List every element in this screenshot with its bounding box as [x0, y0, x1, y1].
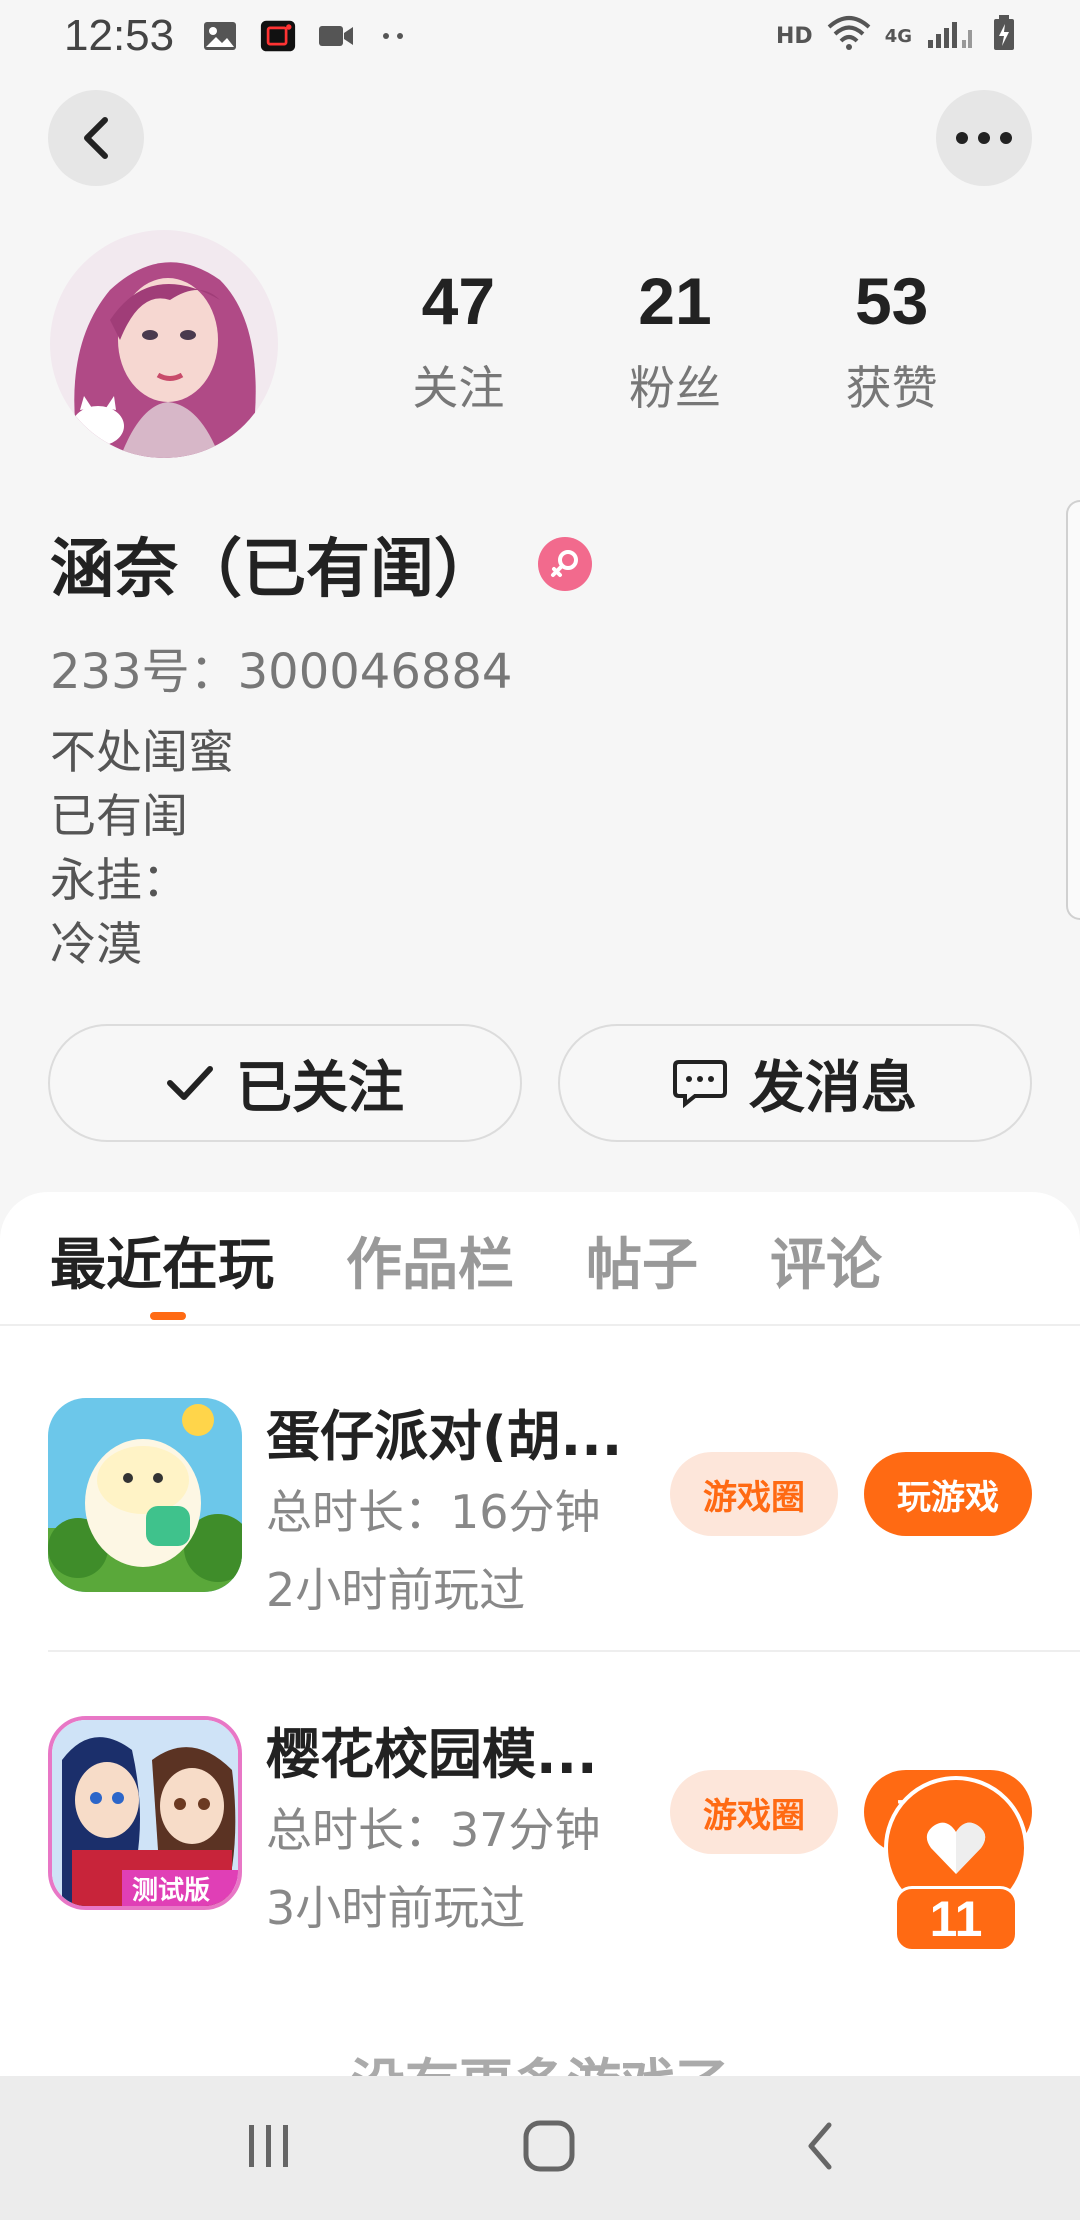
system-nav-bar — [0, 2076, 1080, 2220]
bio-line: 不处闺蜜 — [50, 725, 234, 779]
system-back-button[interactable] — [805, 2121, 835, 2175]
back-arrow-icon — [84, 117, 108, 159]
game-circle-button[interactable]: 游戏圈 — [670, 1452, 838, 1536]
account-id: 233号：300046884 — [50, 644, 513, 700]
network-label: HD — [776, 23, 813, 49]
stat-fans[interactable]: 21 粉丝 — [567, 268, 784, 418]
avatar[interactable] — [50, 230, 278, 458]
send-message-label: 发消息 — [749, 1055, 917, 1121]
stat-following[interactable]: 47 关注 — [350, 268, 567, 418]
recent-apps-button[interactable] — [245, 2123, 293, 2173]
video-icon — [318, 18, 354, 54]
floating-like-badge[interactable]: 11 — [884, 1776, 1028, 1952]
tab-comments[interactable]: 评论 — [770, 1220, 882, 1301]
game-item[interactable]: 蛋仔派对(胡... 总时长：16分钟 2小时前玩过 游戏圈 玩游戏 — [48, 1398, 1032, 1688]
stat-likes-label: 获赞 — [845, 361, 938, 415]
gallery-icon — [202, 18, 238, 54]
row-divider — [48, 1650, 1080, 1652]
more-dots-icon — [376, 18, 412, 54]
game-duration: 总时长：37分钟 — [266, 1803, 601, 1857]
nickname-row: 涵奈（已有闺） — [50, 518, 592, 610]
status-bar: 12:53 HD 4G — [0, 0, 1080, 72]
game-icon-sakura-school[interactable]: 测试版 — [48, 1716, 242, 1910]
game-title: 樱花校园模... — [266, 1723, 598, 1786]
side-handle[interactable] — [1066, 500, 1080, 920]
play-game-button[interactable]: 玩游戏 — [864, 1452, 1032, 1536]
female-icon — [538, 537, 592, 591]
tab-posts[interactable]: 帖子 — [586, 1220, 698, 1301]
send-message-button[interactable]: 发消息 — [558, 1024, 1032, 1142]
more-options-button[interactable] — [936, 90, 1032, 186]
game-title: 蛋仔派对(胡... — [266, 1405, 623, 1468]
active-tab-indicator — [150, 1312, 186, 1320]
chat-bubble-icon — [673, 1060, 727, 1108]
signal-label: 4G — [884, 25, 912, 47]
game-duration: 总时长：16分钟 — [266, 1485, 601, 1539]
stat-likes[interactable]: 53 获赞 — [783, 268, 1000, 418]
bio-line: 冷漠 — [50, 917, 142, 971]
tab-works[interactable]: 作品栏 — [346, 1220, 514, 1301]
tab-divider — [0, 1324, 1080, 1326]
bio-line: 已有闺 — [50, 789, 188, 843]
like-count: 11 — [894, 1886, 1018, 1952]
bio-line: 永挂： — [50, 853, 188, 907]
profile-tabs: 最近在玩 作品栏 帖子 评论 — [50, 1220, 882, 1301]
back-button[interactable] — [48, 90, 144, 186]
home-icon — [523, 2120, 575, 2172]
signal-icon — [926, 16, 978, 56]
check-icon — [167, 1066, 213, 1100]
game-icon-badge: 测试版 — [132, 1876, 211, 1906]
recent-apps-icon — [249, 2125, 288, 2167]
followed-label: 已关注 — [236, 1055, 404, 1121]
screen-record-icon — [260, 18, 296, 54]
stat-fans-count: 21 — [638, 264, 712, 338]
more-horizontal-icon — [956, 132, 1012, 144]
bio: 不处闺蜜 已有闺 永挂： 冷漠 — [50, 720, 234, 976]
game-last-played: 3小时前玩过 — [266, 1881, 526, 1935]
profile-stats: 47 关注 21 粉丝 53 获赞 — [350, 268, 1000, 418]
nickname: 涵奈（已有闺） — [50, 533, 498, 607]
game-last-played: 2小时前玩过 — [266, 1563, 526, 1617]
home-button[interactable] — [523, 2120, 575, 2176]
system-back-icon — [808, 2122, 832, 2170]
status-time: 12:53 — [64, 11, 175, 60]
stat-likes-count: 53 — [854, 264, 929, 338]
tab-recently-played[interactable]: 最近在玩 — [50, 1220, 274, 1301]
game-circle-button[interactable]: 游戏圈 — [670, 1770, 838, 1854]
stat-following-label: 关注 — [412, 361, 505, 415]
stat-following-count: 47 — [421, 264, 496, 338]
wifi-icon — [827, 15, 871, 57]
game-icon-eggy-party[interactable] — [48, 1398, 242, 1592]
stat-fans-label: 粉丝 — [629, 361, 721, 415]
battery-charging-icon — [992, 15, 1016, 57]
followed-button[interactable]: 已关注 — [48, 1024, 522, 1142]
